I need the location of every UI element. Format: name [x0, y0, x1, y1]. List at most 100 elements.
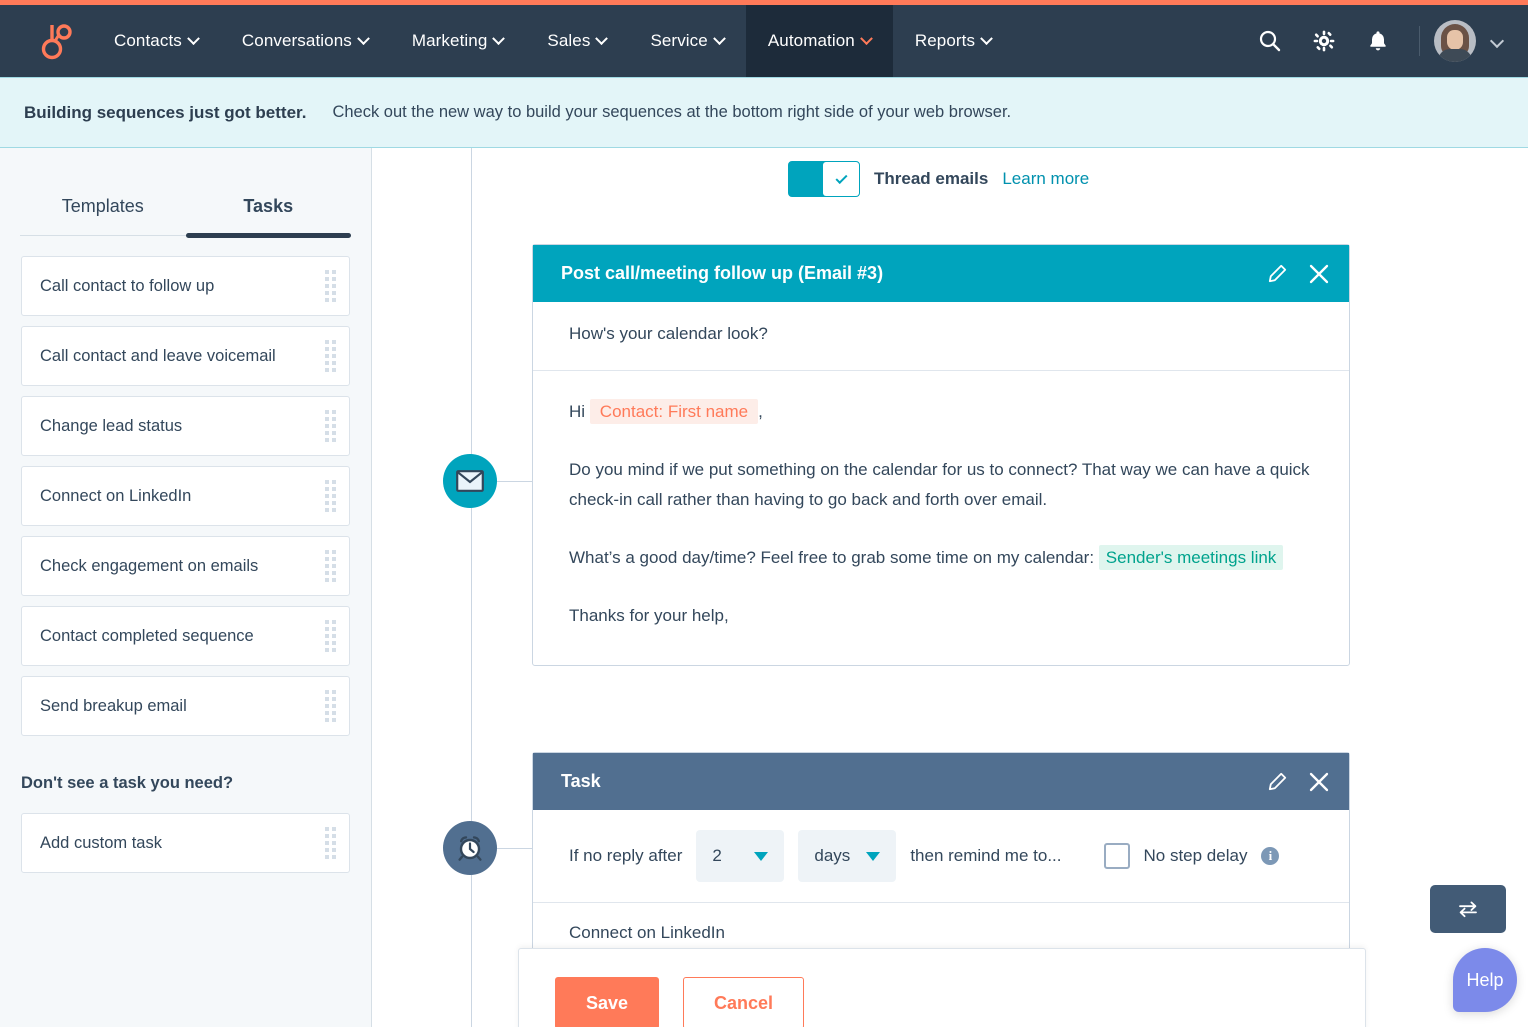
list-item[interactable]: Call contact and leave voicemail [21, 326, 350, 386]
close-icon[interactable] [1309, 264, 1329, 284]
list-item[interactable]: Contact completed sequence [21, 606, 350, 666]
close-icon[interactable] [1309, 772, 1329, 792]
list-item[interactable]: Change lead status [21, 396, 350, 456]
bell-icon[interactable] [1351, 5, 1405, 77]
nav-divider [1419, 26, 1420, 56]
drag-handle-icon[interactable] [325, 620, 336, 652]
chevron-down-icon [754, 852, 768, 861]
nav-item-label: Sales [547, 31, 590, 51]
task-label: Call contact and leave voicemail [40, 347, 276, 366]
personalization-token-meetings-link[interactable]: Sender's meetings link [1099, 545, 1284, 570]
list-item[interactable]: Check engagement on emails [21, 536, 350, 596]
task-label: Check engagement on emails [40, 557, 258, 576]
help-button[interactable]: Help [1453, 948, 1517, 1012]
task-label: Connect on LinkedIn [40, 487, 191, 506]
learn-more-link[interactable]: Learn more [1002, 169, 1089, 189]
email-card-title: Post call/meeting follow up (Email #3) [561, 263, 883, 284]
chevron-down-icon [713, 32, 726, 45]
task-template-list: Call contact to follow up Call contact a… [0, 256, 371, 736]
sidebar: Templates Tasks Call contact to follow u… [0, 148, 372, 1027]
nav-item-service[interactable]: Service [628, 5, 745, 77]
tab-divider [20, 235, 351, 236]
list-item[interactable]: Call contact to follow up [21, 256, 350, 316]
nav-utility-group [1243, 5, 1528, 77]
chevron-down-icon[interactable] [1490, 34, 1504, 48]
task-label: Add custom task [40, 834, 162, 853]
drag-handle-icon[interactable] [325, 827, 336, 859]
tab-tasks[interactable]: Tasks [186, 196, 352, 235]
task-card-title: Task [561, 771, 601, 792]
nav-menu: Contacts Conversations Marketing Sales S… [92, 5, 1013, 77]
nav-item-sales[interactable]: Sales [525, 5, 628, 77]
no-step-delay-checkbox[interactable] [1104, 843, 1130, 869]
thread-emails-toggle[interactable] [788, 161, 860, 197]
drag-handle-icon[interactable] [325, 410, 336, 442]
email-signoff: Thanks for your help, [569, 601, 1321, 631]
email-paragraph-1: Do you mind if we put something on the c… [569, 455, 1321, 515]
task-label: Change lead status [40, 417, 182, 436]
chevron-down-icon [493, 32, 506, 45]
check-icon [835, 171, 847, 183]
delay-value-select[interactable]: 2 [696, 830, 784, 882]
toggle-knob [823, 162, 859, 196]
nav-item-label: Reports [915, 31, 975, 51]
nav-item-label: Contacts [114, 31, 182, 51]
swap-arrows-icon[interactable] [1430, 885, 1506, 933]
greeting-prefix: Hi [569, 402, 585, 421]
task-label: Send breakup email [40, 697, 187, 716]
task-label: Call contact to follow up [40, 277, 214, 296]
personalization-token-contact[interactable]: Contact: First name [590, 399, 758, 424]
announcement-banner: Building sequences just got better. Chec… [0, 77, 1528, 148]
cancel-button[interactable]: Cancel [683, 977, 804, 1027]
drag-handle-icon[interactable] [325, 690, 336, 722]
delay-unit-text: days [814, 846, 850, 866]
drag-handle-icon[interactable] [325, 480, 336, 512]
action-bar: Save Cancel [518, 948, 1366, 1027]
drag-handle-icon[interactable] [325, 550, 336, 582]
drag-handle-icon[interactable] [325, 270, 336, 302]
pencil-icon[interactable] [1267, 264, 1287, 284]
nav-item-reports[interactable]: Reports [893, 5, 1013, 77]
task-step-icon[interactable] [443, 821, 497, 875]
email-step-icon[interactable] [443, 454, 497, 508]
gear-icon[interactable] [1297, 5, 1351, 77]
list-item[interactable]: Connect on LinkedIn [21, 466, 350, 526]
delay-unit-select[interactable]: days [798, 830, 896, 882]
search-icon[interactable] [1243, 5, 1297, 77]
paragraph-2-text: What’s a good day/time? Feel free to gra… [569, 548, 1094, 567]
drag-handle-icon[interactable] [325, 340, 336, 372]
pencil-icon[interactable] [1267, 772, 1287, 792]
nav-item-contacts[interactable]: Contacts [92, 5, 220, 77]
nav-item-conversations[interactable]: Conversations [220, 5, 390, 77]
thread-emails-label: Thread emails [874, 169, 988, 189]
tab-templates[interactable]: Templates [20, 196, 186, 235]
sidebar-tabs: Templates Tasks [0, 196, 371, 235]
save-button[interactable]: Save [555, 977, 659, 1027]
nav-item-label: Marketing [412, 31, 488, 51]
global-navbar: Contacts Conversations Marketing Sales S… [0, 5, 1528, 77]
task-card-actions [1267, 772, 1329, 792]
email-paragraph-2: What’s a good day/time? Feel free to gra… [569, 543, 1321, 573]
chevron-down-icon [596, 32, 609, 45]
greeting-suffix: , [758, 402, 763, 421]
add-custom-task-item[interactable]: Add custom task [21, 813, 350, 873]
email-greeting: Hi Contact: First name, [569, 397, 1321, 427]
nav-item-label: Automation [768, 31, 855, 51]
email-card-header: Post call/meeting follow up (Email #3) [533, 245, 1349, 302]
nav-item-automation[interactable]: Automation [746, 5, 893, 77]
nav-item-label: Service [650, 31, 707, 51]
timeline-rail [471, 148, 472, 1027]
task-step-card: Task If no reply after [532, 752, 1350, 966]
no-step-delay-label: No step delay [1144, 846, 1248, 866]
nav-item-marketing[interactable]: Marketing [390, 5, 526, 77]
hubspot-logo[interactable] [0, 5, 92, 77]
banner-text: Check out the new way to build your sequ… [332, 103, 1011, 122]
info-icon[interactable]: i [1261, 847, 1279, 865]
nav-item-label: Conversations [242, 31, 352, 51]
avatar[interactable] [1434, 20, 1476, 62]
list-item[interactable]: Send breakup email [21, 676, 350, 736]
chevron-down-icon [357, 32, 370, 45]
app-root: Contacts Conversations Marketing Sales S… [0, 0, 1528, 1027]
tab-active-indicator [186, 233, 352, 238]
email-connector [497, 481, 532, 482]
